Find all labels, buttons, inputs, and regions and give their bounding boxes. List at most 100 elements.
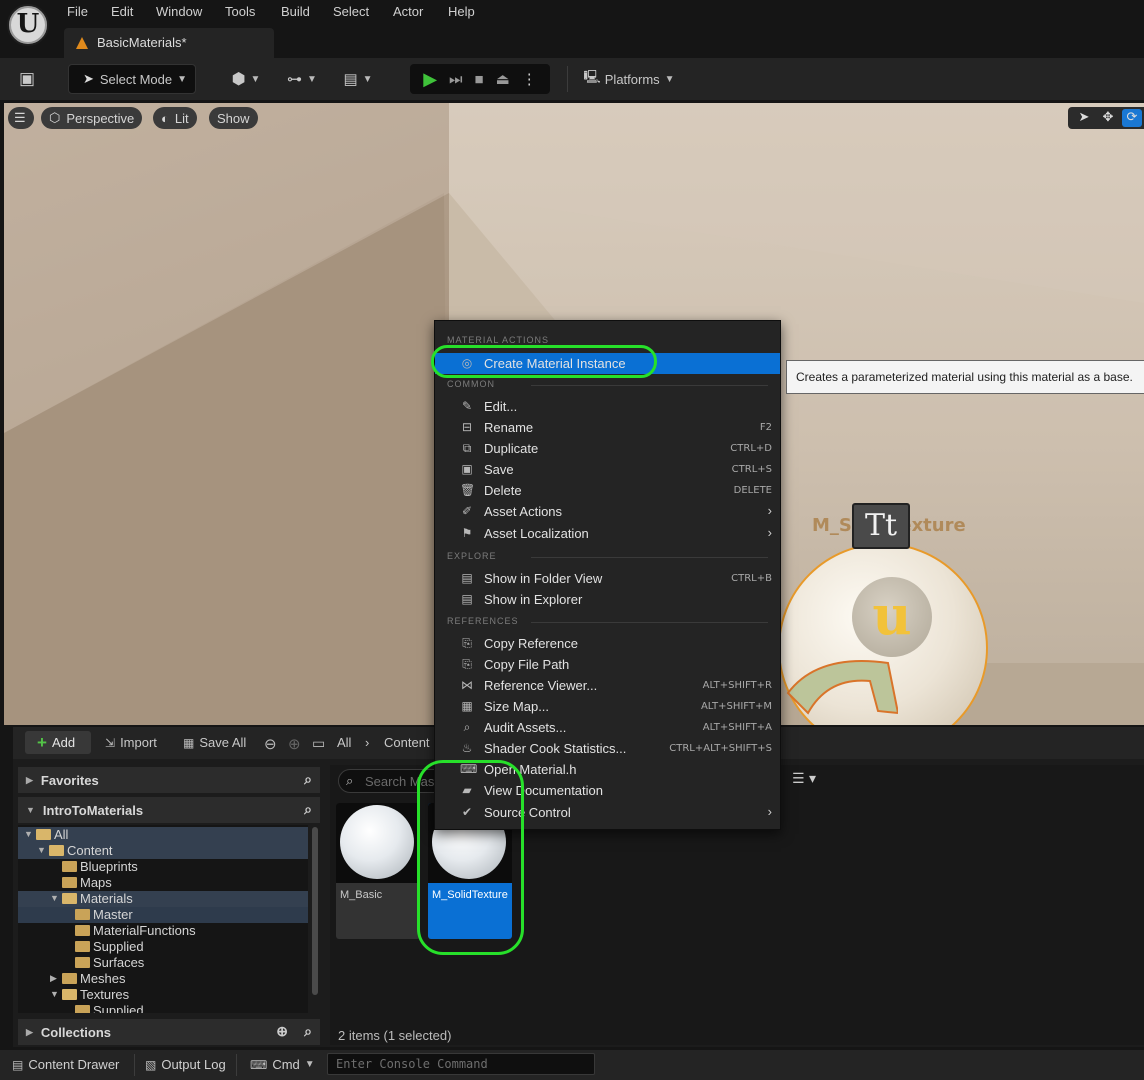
show-button[interactable]: Show — [209, 107, 258, 129]
text-render-icon[interactable]: Tt — [852, 503, 910, 549]
console-input[interactable]: Enter Console Command — [327, 1053, 595, 1075]
collapse-arrow-icon[interactable]: ▼ — [24, 829, 33, 839]
select-mode-dropdown[interactable]: ➤ Select Mode ▼ — [68, 64, 196, 94]
tree-item-supplied[interactable]: Supplied — [18, 939, 308, 955]
tree-item-label: Master — [93, 907, 133, 922]
cinematics-button[interactable]: ▤ ▼ — [338, 64, 378, 94]
output-log-button[interactable]: ▧ Output Log — [145, 1057, 226, 1072]
filter-button[interactable]: ☰ ▾ — [792, 771, 816, 787]
stop-icon[interactable]: ■ — [475, 71, 484, 88]
menu-item-copy-file-path[interactable]: ⎘ Copy File Path — [435, 654, 780, 675]
menu-item-label: Show in Folder View — [484, 571, 603, 586]
menu-actor[interactable]: Actor — [393, 4, 423, 19]
history-back-button[interactable]: ⊖ — [264, 735, 282, 753]
select-arrow-icon[interactable]: ➤ — [1074, 109, 1094, 127]
menu-item-source-control[interactable]: ✔ Source Control › — [435, 802, 780, 823]
tree-item-all[interactable]: ▼ All — [18, 827, 308, 843]
menu-item-duplicate[interactable]: ⧉ Duplicate CTRL+D — [435, 438, 780, 459]
expand-arrow-icon[interactable]: ▶ — [50, 973, 57, 984]
menu-edit[interactable]: Edit — [111, 4, 133, 19]
project-header[interactable]: ▼ IntroToMaterials ⌕ — [18, 797, 320, 823]
search-icon[interactable]: ⌕ — [304, 801, 312, 818]
tree-item-supplied[interactable]: Supplied — [18, 1003, 308, 1013]
more-options-icon[interactable]: ⋮ — [522, 70, 537, 88]
menu-item-copy-reference[interactable]: ⎘ Copy Reference — [435, 633, 780, 654]
tree-item-surfaces[interactable]: Surfaces — [18, 955, 308, 971]
tree-item-blueprints[interactable]: Blueprints — [18, 859, 308, 875]
perspective-button[interactable]: ⬡ Perspective — [41, 107, 143, 129]
menu-item-size-map[interactable]: ▦ Size Map... ALT+SHIFT+M — [435, 696, 780, 717]
search-icon[interactable]: ⌕ — [304, 1023, 312, 1040]
breadcrumb-content[interactable]: Content — [384, 735, 430, 750]
folder-icon[interactable]: ▭ — [312, 735, 330, 752]
import-button[interactable]: ⇲ Import — [105, 735, 157, 750]
tree-item-master[interactable]: Master — [18, 907, 308, 923]
menu-build[interactable]: Build — [281, 4, 310, 19]
menu-item-asset-actions[interactable]: ✐ Asset Actions › — [435, 501, 780, 522]
asset-tile[interactable]: M_Basic — [336, 803, 420, 939]
collapse-arrow-icon[interactable]: ▼ — [50, 893, 59, 903]
tree-scrollbar[interactable] — [312, 827, 318, 995]
folder-icon — [62, 893, 77, 904]
menu-item-edit[interactable]: ✎ Edit... — [435, 396, 780, 417]
tree-item-content[interactable]: ▼ Content — [18, 843, 308, 859]
menu-window[interactable]: Window — [156, 4, 202, 19]
add-actor-button[interactable]: ⬢ ▼ — [226, 64, 266, 94]
menu-item-asset-localization[interactable]: ⚑ Asset Localization › — [435, 523, 780, 544]
pencil-icon: ✎ — [461, 399, 473, 413]
level-tab[interactable]: BasicMaterials* — [64, 28, 274, 58]
menu-item-label: Open Material.h — [484, 762, 577, 777]
move-icon[interactable]: ✥ — [1098, 109, 1118, 127]
tree-item-textures[interactable]: ▼ Textures — [18, 987, 308, 1003]
platforms-button[interactable]: 🖳 Platforms ▼ — [580, 64, 678, 94]
search-icon[interactable]: ⌕ — [304, 771, 312, 788]
menu-item-delete[interactable]: 🗑 Delete DELETE — [435, 480, 780, 501]
add-collection-icon[interactable]: ⊕ — [276, 1023, 288, 1040]
menu-file[interactable]: File — [67, 4, 88, 19]
menu-select[interactable]: Select — [333, 4, 369, 19]
menu-help[interactable]: Help — [448, 4, 475, 19]
collapse-arrow-icon[interactable]: ▼ — [37, 845, 46, 855]
menu-item-save[interactable]: ▣ Save CTRL+S — [435, 459, 780, 480]
lit-button[interactable]: ◐ Lit — [153, 107, 197, 129]
add-button[interactable]: + Add — [25, 731, 91, 754]
menu-item-show-in-folder-view[interactable]: ▤ Show in Folder View CTRL+B — [435, 568, 780, 589]
tree-item-label: Meshes — [80, 971, 126, 986]
menu-item-label: Show in Explorer — [484, 592, 583, 607]
rotate-icon[interactable]: ⟳ — [1122, 109, 1142, 127]
menu-item-audit-assets[interactable]: ⌕ Audit Assets... ALT+SHIFT+A — [435, 717, 780, 738]
main-toolbar: ▣ ➤ Select Mode ▼ ⬢ ▼ ⊶ ▼ ▤ ▼ ▶ ⏭ ■ ⏏ ⋮ 🖳 P… — [0, 58, 1144, 100]
play-icon[interactable]: ▶ — [423, 69, 437, 90]
collapse-arrow-icon[interactable]: ▼ — [50, 989, 59, 999]
tree-item-meshes[interactable]: ▶ Meshes — [18, 971, 308, 987]
chevron-down-icon: ▼ — [307, 73, 317, 85]
statusbar-divider — [134, 1054, 135, 1076]
tree-item-materialfunctions[interactable]: MaterialFunctions — [18, 923, 308, 939]
blueprints-button[interactable]: ⊶ ▼ — [282, 64, 322, 94]
menu-item-view-documentation[interactable]: ▰ View Documentation — [435, 780, 780, 801]
tree-item-materials[interactable]: ▼ Materials — [18, 891, 308, 907]
eject-icon[interactable]: ⏏ — [496, 70, 510, 88]
content-drawer-button[interactable]: ▤ Content Drawer — [12, 1057, 119, 1072]
unreal-logo-icon[interactable]: U — [7, 4, 49, 46]
favorites-header[interactable]: ▶ Favorites ⌕ — [18, 767, 320, 793]
cmd-dropdown[interactable]: ⌨ Cmd ▼ — [250, 1057, 315, 1072]
menu-item-create-material-instance[interactable]: ◎ Create Material Instance — [435, 353, 780, 374]
section-material-actions: MATERIAL ACTIONS — [447, 335, 550, 345]
viewport-menu-button[interactable]: ☰ — [8, 107, 34, 129]
menu-item-show-in-explorer[interactable]: ▤ Show in Explorer — [435, 589, 780, 610]
breadcrumb-all[interactable]: All — [337, 735, 351, 750]
save-all-button[interactable]: ▦ Save All — [183, 735, 246, 750]
collections-header[interactable]: ▶ Collections ⊕ ⌕ — [18, 1019, 320, 1045]
history-forward-button[interactable]: ⊕ — [288, 735, 306, 753]
menu-item-reference-viewer[interactable]: ⋈ Reference Viewer... ALT+SHIFT+R — [435, 675, 780, 696]
source-control-icon: ✔ — [461, 805, 473, 819]
clapper-icon: ▤ — [343, 71, 358, 88]
save-icon[interactable]: ▣ — [14, 64, 40, 94]
menu-item-rename[interactable]: ⊟ Rename F2 — [435, 417, 780, 438]
step-icon[interactable]: ⏭ — [449, 71, 463, 88]
menu-item-shader-cook-statistics[interactable]: ♨ Shader Cook Statistics... CTRL+ALT+SHIFT… — [435, 738, 780, 759]
menu-item-open-material-h[interactable]: ⌨ Open Material.h — [435, 759, 780, 780]
tree-item-maps[interactable]: Maps — [18, 875, 308, 891]
menu-tools[interactable]: Tools — [225, 4, 255, 19]
